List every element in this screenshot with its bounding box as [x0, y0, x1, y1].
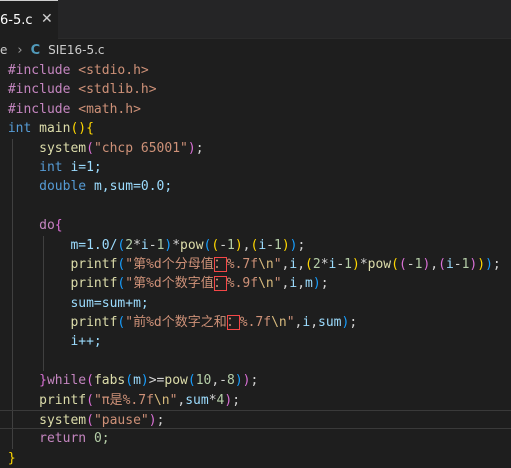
format-spec: %.9f: [226, 276, 259, 292]
string-literal: "第%d个数字值: [125, 276, 214, 292]
format-spec: %.7f: [226, 256, 259, 272]
escape-seq: \n: [271, 315, 287, 331]
breadcrumb-file[interactable]: SIE16-5.c: [48, 43, 104, 57]
code-line[interactable]: }: [0, 449, 511, 468]
code-line[interactable]: #include <math.h>: [0, 100, 511, 119]
function-call: system: [39, 413, 87, 429]
string-end: ": [273, 256, 282, 272]
escape-seq: \n: [153, 392, 170, 408]
code-line[interactable]: int i=1;: [0, 157, 511, 178]
code-line[interactable]: printf("π是%.7f\n",sum*4);: [0, 390, 511, 411]
string-literal: "chcp 65001": [93, 140, 188, 156]
close-icon[interactable]: ✕: [41, 11, 53, 27]
breadcrumb-folder[interactable]: e: [0, 43, 7, 57]
code-line[interactable]: m=1.0/(2*i-1)*pow((-1),(i-1));: [0, 235, 511, 255]
do-keyword: do: [39, 218, 55, 234]
highlighted-colon: ：: [213, 276, 227, 292]
include-header: <stdlib.h>: [78, 82, 157, 98]
type-keyword: double: [39, 179, 87, 195]
declaration: i=1;: [70, 159, 102, 175]
tab-title: 6-5.c: [0, 12, 33, 28]
include-directive: #include: [7, 101, 71, 117]
code-line[interactable]: double m,sum=0.0;: [0, 177, 511, 197]
code-line[interactable]: printf("第%d个数字值：%.9f\n",i,m);: [0, 274, 511, 294]
code-editor[interactable]: #include <stdio.h> #include <stdlib.h> #…: [0, 61, 511, 468]
function-call: fabs: [93, 373, 126, 389]
assignment: m=1.0/: [70, 237, 118, 253]
printf-call: printf: [70, 256, 118, 272]
string-end: ": [286, 315, 295, 331]
printf-call: printf: [70, 315, 118, 331]
editor-tab[interactable]: 6-5.c ✕: [0, 0, 58, 39]
string-literal: "第%d个分母值: [125, 256, 214, 272]
code-line[interactable]: system("chcp 65001");: [0, 138, 511, 158]
printf-call: printf: [70, 276, 118, 292]
string-literal: "π是%.7f: [93, 392, 154, 408]
code-line[interactable]: i++;: [0, 332, 511, 352]
include-header: <stdio.h>: [78, 63, 149, 78]
string-end: ": [273, 276, 282, 292]
printf-call: printf: [39, 392, 87, 408]
declaration: m,sum=0.0;: [93, 179, 173, 195]
format-spec: %.7f: [239, 315, 272, 331]
string-literal: "前%d个数字之和: [125, 315, 227, 331]
include-directive: #include: [7, 63, 71, 78]
code-line[interactable]: [0, 351, 511, 372]
include-directive: #include: [7, 82, 71, 98]
code-line[interactable]: #include <stdio.h>: [0, 61, 511, 80]
code-line[interactable]: #include <stdlib.h>: [0, 80, 511, 99]
function-call: pow: [164, 373, 188, 389]
highlighted-colon: ：: [213, 256, 227, 272]
return-keyword: return: [39, 431, 87, 447]
string-literal: "pause": [93, 413, 149, 429]
statement: i++;: [70, 334, 102, 350]
c-language-icon: C: [30, 42, 41, 58]
breadcrumb: e › C SIE16-5.c: [0, 39, 511, 61]
while-keyword: while: [46, 373, 87, 389]
code-line[interactable]: [0, 196, 511, 217]
type-keyword: int: [39, 159, 63, 175]
return-value: 0;: [93, 431, 110, 447]
code-line[interactable]: printf("前%d个数字之和：%.7f\n",i,sum);: [0, 313, 511, 333]
editor-tab-bar: 6-5.c ✕: [0, 0, 511, 39]
code-line[interactable]: int main(){: [0, 119, 511, 138]
code-line[interactable]: printf("第%d个分母值：%.7f\n",i,(2*i-1)*pow((-…: [0, 254, 511, 275]
include-header: <math.h>: [78, 101, 141, 117]
current-code-line[interactable]: system("pause");: [0, 410, 511, 430]
chevron-right-icon: ›: [17, 42, 23, 58]
string-end: ": [169, 392, 178, 408]
code-line[interactable]: }while(fabs(m)>=pow(10,-8));: [0, 371, 511, 391]
escape-seq: \n: [258, 276, 274, 292]
code-line[interactable]: do{: [0, 216, 511, 236]
statement: sum=sum+m;: [70, 295, 149, 311]
function-call: system: [39, 140, 87, 156]
type-keyword: int: [7, 121, 32, 137]
code-line[interactable]: return 0;: [0, 429, 511, 449]
code-line[interactable]: sum=sum+m;: [0, 293, 511, 314]
escape-seq: \n: [258, 256, 274, 272]
highlighted-colon: ：: [226, 315, 240, 331]
function-name: main: [39, 121, 71, 137]
